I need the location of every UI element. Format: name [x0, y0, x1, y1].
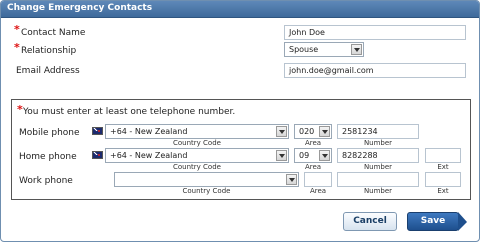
required-asterisk-icon: * [14, 41, 20, 54]
email-address-input[interactable]: john.doe@gmail.com [284, 63, 466, 78]
phone-required-note: You must enter at least one telephone nu… [23, 107, 236, 117]
required-asterisk-icon: * [17, 103, 23, 116]
chevron-down-icon[interactable] [286, 174, 297, 185]
dialog-titlebar: Change Emergency Contacts [1, 1, 479, 18]
area-sublabel: Area [309, 187, 327, 195]
mobile-phone-label: Mobile phone [19, 128, 80, 138]
number-sublabel: Number [363, 163, 393, 171]
relationship-select[interactable]: Spouse [284, 42, 364, 57]
area-sublabel: Area [304, 139, 322, 147]
home-area-select[interactable]: 09 [294, 148, 332, 163]
ext-sublabel: Ext [437, 163, 449, 171]
home-country-value: +64 - New Zealand [110, 151, 188, 160]
mobile-country-value: +64 - New Zealand [110, 127, 188, 136]
country-code-sublabel: Country Code [182, 187, 231, 195]
mobile-country-select[interactable]: +64 - New Zealand [105, 124, 289, 139]
area-sublabel: Area [304, 163, 322, 171]
chevron-down-icon[interactable] [276, 126, 287, 137]
home-area-value: 09 [299, 151, 310, 160]
contact-name-label: Contact Name [21, 28, 86, 38]
chevron-down-icon[interactable] [276, 150, 287, 161]
new-zealand-flag-icon [92, 127, 103, 135]
work-ext-input[interactable] [425, 172, 461, 187]
required-asterisk-icon: * [14, 23, 20, 36]
relationship-label: Relationship [21, 46, 77, 56]
cancel-button[interactable]: Cancel [343, 212, 397, 231]
dialog-title: Change Emergency Contacts [7, 3, 153, 13]
chevron-down-icon[interactable] [319, 126, 330, 137]
home-ext-input[interactable] [425, 148, 461, 163]
relationship-value: Spouse [289, 45, 319, 54]
work-phone-label: Work phone [19, 176, 73, 186]
work-country-select[interactable] [114, 172, 299, 187]
number-sublabel: Number [363, 187, 393, 195]
home-country-select[interactable]: +64 - New Zealand [105, 148, 289, 163]
mobile-area-select[interactable]: 020 [294, 124, 332, 139]
change-emergency-contacts-dialog: Change Emergency Contacts * Contact Name… [0, 0, 480, 242]
work-area-input[interactable] [304, 172, 332, 187]
new-zealand-flag-icon [92, 151, 103, 159]
chevron-down-icon[interactable] [319, 150, 330, 161]
home-phone-label: Home phone [19, 152, 77, 162]
chevron-down-icon[interactable] [351, 44, 362, 55]
work-number-input[interactable] [337, 172, 419, 187]
home-number-input[interactable]: 8282288 [337, 148, 419, 163]
mobile-area-value: 020 [299, 127, 315, 136]
country-code-sublabel: Country Code [173, 139, 221, 147]
number-sublabel: Number [363, 139, 393, 147]
country-code-sublabel: Country Code [173, 163, 221, 171]
save-button-arrow[interactable] [458, 212, 467, 231]
mobile-number-input[interactable]: 2581234 [337, 124, 419, 139]
save-button[interactable]: Save [407, 212, 459, 231]
ext-sublabel: Ext [437, 187, 449, 195]
contact-name-input[interactable]: John Doe [284, 25, 466, 40]
email-address-label: Email Address [16, 66, 80, 76]
